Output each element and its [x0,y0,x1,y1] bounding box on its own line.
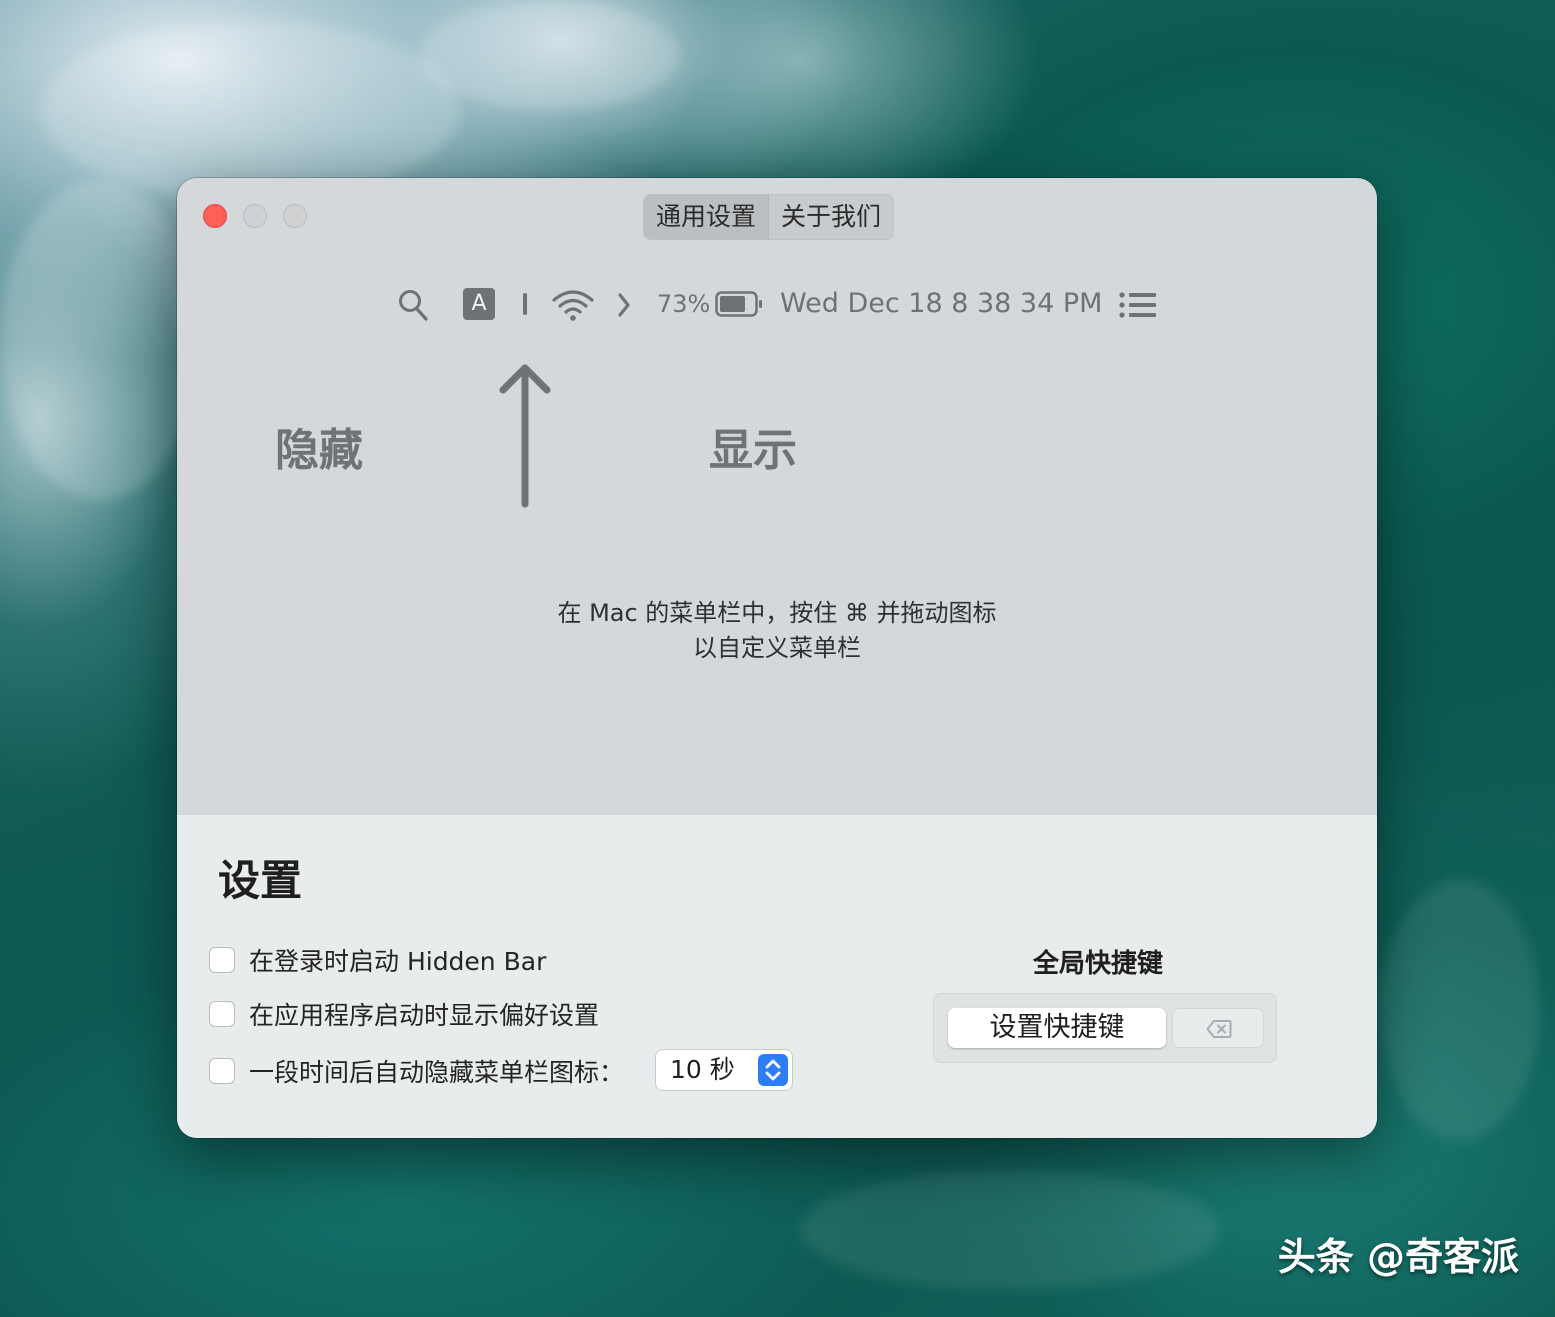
clear-shortcut-button[interactable] [1172,1008,1264,1048]
launch-at-login-checkbox[interactable] [209,947,235,973]
watermark: 头条 @奇客派 [1277,1235,1519,1279]
auto-hide-checkbox[interactable] [209,1058,235,1084]
hide-label: 隐藏 [275,425,363,476]
show-label: 显示 [709,425,797,476]
title-bar: 通用设置 关于我们 [177,178,1377,252]
tab-bar: 通用设置 关于我们 [643,194,895,240]
show-preferences-label: 在应用程序启动时显示偏好设置 [249,1001,600,1030]
wifi-icon [552,290,594,321]
arrow-up-icon [499,364,551,508]
input-source-icon: A [463,288,495,320]
wave-foam [0,180,200,500]
hint-line-2: 以自定义菜单栏 [693,634,861,662]
wave-foam [1380,880,1540,1140]
wave-foam [420,0,680,110]
up-down-chevron-icon [765,1059,781,1081]
settings-title: 设置 [218,856,303,905]
close-window-button[interactable] [203,204,227,228]
zoom-window-button[interactable] [283,204,307,228]
auto-hide-option[interactable]: 一段时间后自动隐藏菜单栏图标： [209,1055,624,1087]
shortcut-recorder: 设置快捷键 [933,993,1277,1063]
search-icon [399,290,428,321]
tab-general[interactable]: 通用设置 [644,195,769,239]
chevron-right-icon[interactable] [615,292,633,318]
clock-text: Wed Dec 18 8 38 34 PM [780,288,1103,319]
delay-value: 10 秒 [670,1055,735,1084]
menu-list-icon [1119,292,1156,318]
settings-panel: 设置 在登录时启动 Hidden Bar 在应用程序启动时显示偏好设置 一段时间… [177,815,1377,1138]
menubar-preview: A 73% Wed Dec 18 8 38 34 PM [177,274,1377,336]
desktop-wallpaper: 通用设置 关于我们 A 73% Wed Dec 18 8 38 34 PM 隐藏… [0,0,1555,1317]
usage-hint: 在 Mac 的菜单栏中，按住 ⌘ 并拖动图标 以自定义菜单栏 [177,596,1377,666]
tab-about[interactable]: 关于我们 [768,195,893,239]
wave-foam [800,1170,1220,1290]
wave-foam [40,20,460,200]
select-stepper[interactable] [758,1054,788,1086]
show-preferences-checkbox[interactable] [209,1001,235,1027]
global-shortcut-title: 全局快捷键 [1033,949,1164,979]
minimize-window-button[interactable] [243,204,267,228]
auto-hide-delay-select[interactable]: 10 秒 [655,1049,793,1091]
preferences-window: 通用设置 关于我们 A 73% Wed Dec 18 8 38 34 PM 隐藏… [177,178,1377,1138]
auto-hide-label: 一段时间后自动隐藏菜单栏图标： [249,1058,625,1087]
battery-percent: 73% [657,290,711,318]
set-shortcut-button[interactable]: 设置快捷键 [948,1008,1166,1048]
launch-at-login-label: 在登录时启动 Hidden Bar [249,947,547,976]
hint-line-1: 在 Mac 的菜单栏中，按住 ⌘ 并拖动图标 [557,599,997,627]
separator-icon[interactable] [523,293,527,315]
launch-at-login-option[interactable]: 在登录时启动 Hidden Bar [209,944,546,976]
show-preferences-option[interactable]: 在应用程序启动时显示偏好设置 [209,998,599,1030]
delete-backward-icon [1206,1020,1232,1038]
battery-icon [715,291,762,317]
